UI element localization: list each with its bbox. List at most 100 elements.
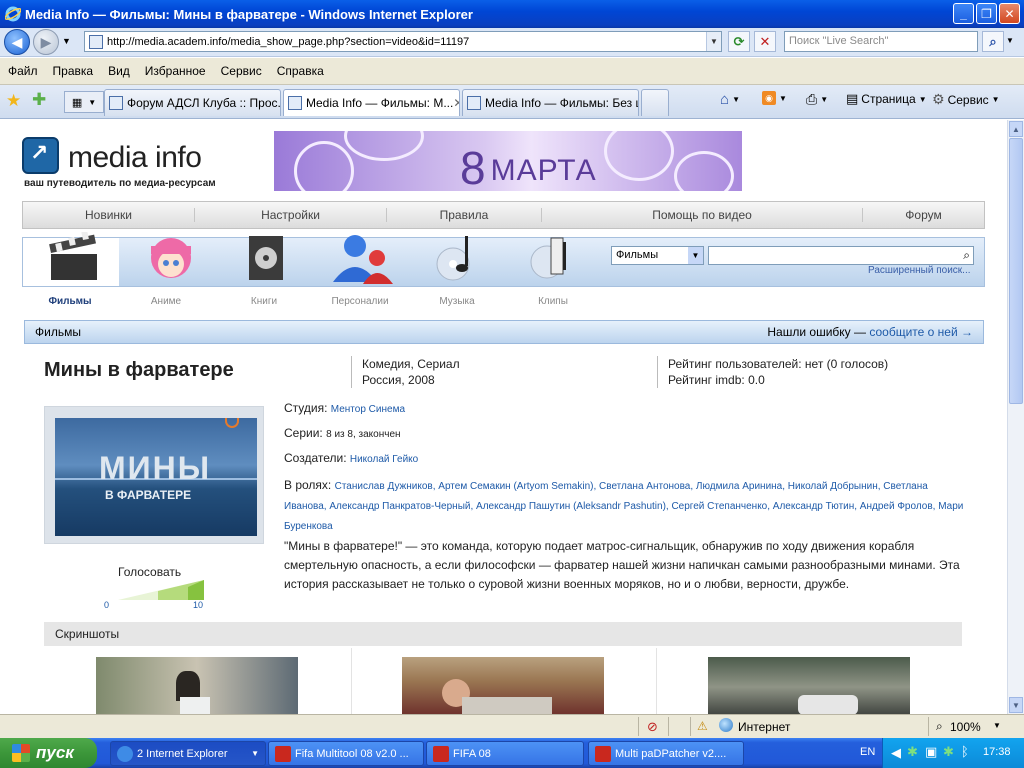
restore-button[interactable]: ❐ bbox=[976, 3, 997, 24]
stop-button[interactable]: ✕ bbox=[754, 31, 776, 52]
movie-genre-block: Комедия, Сериал Россия, 2008 bbox=[362, 356, 460, 388]
site-logo[interactable]: media info ваш путеводитель по медиа-рес… bbox=[22, 137, 222, 189]
address-input[interactable]: http://media.academ.info/media_show_page… bbox=[107, 36, 469, 48]
tray-clock[interactable]: 17:38 bbox=[983, 746, 1011, 758]
search-input[interactable]: Поиск "Live Search" bbox=[784, 31, 978, 52]
nav-rules[interactable]: Правила bbox=[387, 208, 542, 222]
movie-poster[interactable]: МИНЫ В ФАРВАТЕРЕ bbox=[44, 406, 264, 544]
print-button[interactable]: ⎙ ▼ bbox=[806, 91, 828, 108]
menu-favorites[interactable]: Избранное bbox=[137, 64, 213, 78]
screenshot-1[interactable] bbox=[96, 657, 298, 714]
back-button[interactable]: ◀ bbox=[4, 29, 30, 55]
taskbar-item-ie[interactable]: 2 Internet Explorer ▼ bbox=[110, 741, 266, 766]
movie-genre: Комедия, Сериал bbox=[362, 357, 460, 371]
taskbar-item-patcher[interactable]: Multi paDPatcher v2.... bbox=[588, 741, 744, 766]
taskbar: пуск 2 Internet Explorer ▼ Fifa Multitool… bbox=[0, 738, 1024, 768]
tray-bluetooth-icon[interactable]: ᛒ bbox=[961, 744, 969, 759]
category-books[interactable]: Книги bbox=[216, 296, 312, 307]
book-disc-icon[interactable] bbox=[241, 232, 311, 288]
scroll-up-icon[interactable]: ▲ bbox=[1009, 121, 1023, 137]
menu-view[interactable]: Вид bbox=[100, 64, 137, 78]
address-bar[interactable]: http://media.academ.info/media_show_page… bbox=[84, 31, 722, 52]
zoom-dropdown-icon[interactable]: ▼ bbox=[993, 721, 1001, 730]
new-tab-button[interactable] bbox=[641, 89, 669, 116]
category-clips[interactable]: Клипы bbox=[505, 296, 601, 307]
window-title-bar[interactable]: Media Info — Фильмы: Мины в фарватере - … bbox=[0, 0, 1024, 28]
screenshot-3[interactable] bbox=[708, 657, 910, 714]
site-slogan: ваш путеводитель по медиа-ресурсам bbox=[24, 178, 216, 189]
scroll-thumb[interactable] bbox=[1009, 138, 1023, 404]
tab-forum[interactable]: Форум АДСЛ Клуба :: Прос... bbox=[104, 89, 281, 116]
search-options-icon[interactable]: ▼ bbox=[1006, 36, 1014, 45]
category-films[interactable]: Фильмы bbox=[22, 296, 118, 307]
nav-video-help[interactable]: Помощь по видео bbox=[542, 208, 863, 222]
studio-link[interactable]: Ментор Синема bbox=[331, 404, 405, 415]
magnifier-icon[interactable]: ⌕ bbox=[963, 248, 970, 263]
feeds-button[interactable]: ◉ ▼ bbox=[762, 91, 787, 105]
tab-label: Media Info — Фильмы: Без ц... bbox=[485, 96, 639, 110]
zoom-level[interactable]: 100% bbox=[950, 720, 981, 734]
forward-button[interactable]: ▶ bbox=[33, 29, 59, 55]
report-error-link[interactable]: сообщите о ней → bbox=[869, 325, 973, 339]
refresh-button[interactable]: ⟳ bbox=[728, 31, 750, 52]
tab-favicon bbox=[288, 96, 302, 110]
menu-file[interactable]: Файл bbox=[0, 64, 45, 78]
nav-settings[interactable]: Настройки bbox=[195, 208, 387, 222]
category-anime[interactable]: Аниме bbox=[118, 296, 214, 307]
tray-security-icon[interactable]: ✱ bbox=[943, 744, 954, 760]
search-category-select[interactable]: Фильмы ▼ bbox=[611, 246, 704, 265]
clapperboard-icon[interactable] bbox=[43, 230, 113, 288]
quick-tabs-button[interactable]: ▦ ▼ bbox=[64, 91, 104, 113]
cast-links[interactable]: Станислав Дужников, Артем Семакин (Artyo… bbox=[284, 481, 963, 532]
nav-new[interactable]: Новинки bbox=[23, 208, 195, 222]
menu-help[interactable]: Справка bbox=[269, 64, 331, 78]
nav-forum[interactable]: Форум bbox=[863, 208, 984, 222]
start-button[interactable]: пуск bbox=[0, 738, 97, 768]
anime-girl-icon[interactable] bbox=[141, 232, 211, 288]
home-button[interactable]: ⌂ ▼ bbox=[720, 91, 740, 108]
menu-bar: Файл Правка Вид Избранное Сервис Справка bbox=[0, 58, 1024, 85]
march-8-banner[interactable]: 8 МАРТА bbox=[274, 131, 742, 191]
system-tray: ◀ ✱ ▣ ✱ ᛒ 17:38 bbox=[882, 738, 1024, 768]
music-note-icon[interactable] bbox=[431, 232, 501, 288]
scroll-down-icon[interactable]: ▼ bbox=[1009, 697, 1023, 713]
site-search-input[interactable]: ⌕ bbox=[708, 246, 974, 265]
screenshot-2[interactable] bbox=[402, 657, 604, 714]
start-label: пуск bbox=[36, 743, 74, 762]
page-menu-button[interactable]: ▤ Страница ▼ bbox=[846, 91, 927, 107]
category-music[interactable]: Музыка bbox=[409, 296, 505, 307]
people-icon[interactable] bbox=[329, 232, 399, 288]
tray-network-icon[interactable]: ✱ bbox=[907, 744, 918, 760]
language-indicator[interactable]: EN bbox=[860, 746, 875, 758]
creators-link[interactable]: Николай Гейко bbox=[350, 454, 418, 465]
search-icon[interactable]: ⌕ bbox=[982, 31, 1004, 52]
vertical-scrollbar[interactable]: ▲ ▼ bbox=[1007, 120, 1024, 714]
banner-word: МАРТА bbox=[490, 154, 597, 187]
add-favorites-icon[interactable]: ✚ bbox=[32, 90, 46, 110]
menu-tools[interactable]: Сервис bbox=[213, 64, 269, 78]
clip-disc-icon[interactable] bbox=[527, 232, 597, 288]
close-tab-icon[interactable]: ✕ bbox=[453, 96, 459, 110]
category-persons[interactable]: Персоналии bbox=[312, 296, 408, 307]
taskbar-item-fifa[interactable]: FIFA 08 bbox=[426, 741, 584, 766]
poster-title-2: В ФАРВАТЕРЕ bbox=[105, 488, 192, 502]
advanced-search-link[interactable]: Расширенный поиск... bbox=[868, 265, 971, 276]
tray-arrow-icon[interactable]: ◀ bbox=[891, 745, 901, 761]
tab-media-info-2[interactable]: Media Info — Фильмы: Без ц... bbox=[462, 89, 639, 116]
section-header: Фильмы Нашли ошибку — сообщите о ней → bbox=[24, 320, 984, 344]
quick-tabs-icon: ▦ bbox=[71, 96, 83, 109]
vote-scale[interactable] bbox=[118, 580, 204, 600]
tray-monitor-icon[interactable]: ▣ bbox=[925, 744, 937, 760]
menu-edit[interactable]: Правка bbox=[45, 64, 101, 78]
history-dropdown-icon[interactable]: ▼ bbox=[62, 36, 71, 46]
taskbar-item-fifa-multitool[interactable]: Fifa Multitool 08 v2.0 ... bbox=[268, 741, 424, 766]
address-dropdown-icon[interactable]: ▼ bbox=[706, 32, 721, 51]
close-button[interactable]: ✕ bbox=[999, 3, 1020, 24]
rss-icon: ◉ bbox=[762, 91, 776, 105]
tools-menu-button[interactable]: ⚙ Сервис ▼ bbox=[932, 91, 1000, 108]
favorites-star-icon[interactable]: ★ bbox=[6, 91, 21, 111]
popup-blocked-icon[interactable]: ⊘ bbox=[647, 719, 658, 735]
movie-title: Мины в фарватере bbox=[44, 359, 234, 381]
minimize-button[interactable]: _ bbox=[953, 3, 974, 24]
tab-media-info-active[interactable]: Media Info — Фильмы: М...✕ bbox=[283, 89, 460, 116]
